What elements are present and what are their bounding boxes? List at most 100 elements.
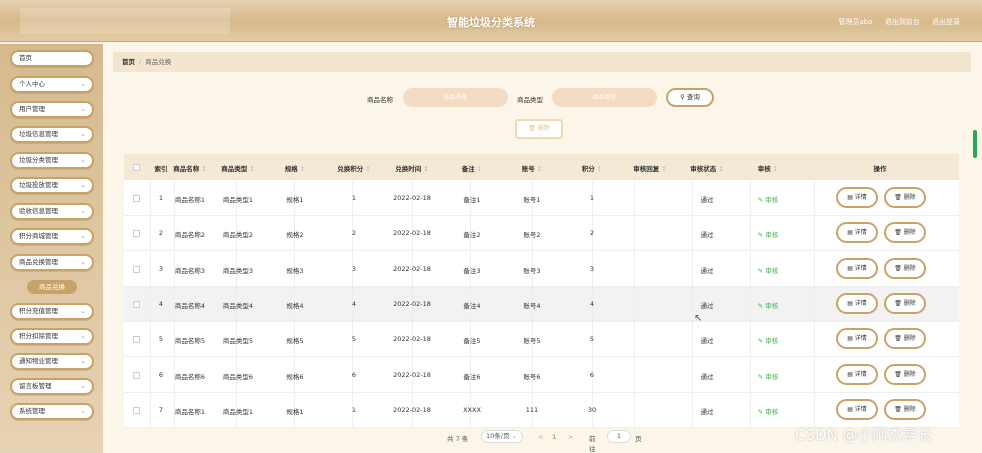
exit-to-front-link[interactable]: 退出到前台 xyxy=(885,18,920,26)
sort-icon[interactable]: ↕ xyxy=(773,165,778,173)
goto-page-input[interactable]: 1 xyxy=(607,430,631,443)
column-header-4[interactable]: 兑换积分 ↕ xyxy=(329,163,379,173)
scrollbar-thumb[interactable] xyxy=(973,130,977,158)
table-row[interactable]: 3 商品名称3 商品类型3 规格3 3 2022-02-18 备注3 账号3 3 通过 ✎ 审核 ▤ … xyxy=(124,251,959,287)
column-header-8[interactable]: 积分 ↕ xyxy=(572,163,612,173)
column-header-3[interactable]: 规格 ↕ xyxy=(273,163,318,173)
sidebar-item-1[interactable]: 个人中心 ⌄ xyxy=(10,76,94,93)
cell-text: 备注5 xyxy=(463,337,481,346)
column-header-6[interactable]: 备注 ↕ xyxy=(447,163,497,173)
detail-button[interactable]: ▤ 详情 xyxy=(836,398,878,420)
prev-page-button[interactable]: < xyxy=(538,433,543,441)
cell-name: 商品名称4 xyxy=(165,300,215,310)
next-page-button[interactable]: > xyxy=(568,433,573,441)
audit-link[interactable]: ✎ 审核 xyxy=(748,265,788,275)
audit-link[interactable]: ✎ 审核 xyxy=(748,300,788,310)
page-number-1[interactable]: 1 xyxy=(552,433,557,441)
detail-button-label: 详情 xyxy=(854,299,867,307)
audit-link[interactable]: ✎ 审核 xyxy=(748,335,788,345)
row-checkbox[interactable] xyxy=(133,371,140,379)
delete-button[interactable]: 🗑 删除 xyxy=(884,257,926,279)
delete-button-label: 删除 xyxy=(903,335,916,343)
detail-button[interactable]: ▤ 详情 xyxy=(836,222,878,244)
query-button[interactable]: ⚲ 查询 xyxy=(666,88,714,107)
detail-button[interactable]: ▤ 详情 xyxy=(836,187,878,208)
delete-button[interactable]: 🗑 删除 xyxy=(884,328,926,350)
detail-button-label: 详情 xyxy=(854,264,867,272)
table-row[interactable]: 7 商品名称1 商品类型1 规格1 1 2022-02-18 XXXX 111 30 通过 ✎ 审核… xyxy=(124,392,959,428)
batch-delete-button[interactable]: 🗑 删除 xyxy=(515,119,563,139)
sort-icon[interactable]: ↕ xyxy=(365,165,370,173)
table-row[interactable]: 2 商品名称2 商品类型2 规格2 2 2022-02-18 备注2 账号2 2 通过 ✎ 审核 ▤ … xyxy=(124,216,959,252)
audit-link[interactable]: ✎ 审核 xyxy=(748,406,788,416)
column-header-2[interactable]: 商品类型 ↕ xyxy=(212,163,264,173)
sidebar-subitem-goods-exchange[interactable]: 商品兑换 xyxy=(27,280,77,294)
sort-icon[interactable]: ↕ xyxy=(597,165,602,173)
goods-type-input[interactable]: 商品类型 xyxy=(552,88,657,107)
delete-button[interactable]: 🗑 删除 xyxy=(884,187,926,208)
cell-text: 2022-02-18 xyxy=(393,299,431,308)
cell-account: 账号5 xyxy=(507,335,557,345)
sidebar-item-13[interactable]: 系统管理 ⌄ xyxy=(10,403,94,420)
cell-text: 通过 xyxy=(700,266,714,275)
sort-icon[interactable]: ↕ xyxy=(249,165,254,173)
column-header-10[interactable]: 审核状态 ↕ xyxy=(682,163,732,173)
delete-button[interactable]: 🗑 删除 xyxy=(884,222,926,244)
sidebar-item-2[interactable]: 用户管理 ⌄ xyxy=(10,101,94,118)
sort-icon[interactable]: ↕ xyxy=(661,165,666,173)
row-checkbox[interactable] xyxy=(133,230,140,238)
row-checkbox[interactable] xyxy=(133,265,140,273)
cell-text: 7 xyxy=(158,405,164,414)
trash-icon: 🗑 xyxy=(894,229,904,237)
breadcrumb-home[interactable]: 首页 xyxy=(122,58,135,66)
table-row[interactable]: 4 商品名称4 商品类型4 规格4 4 2022-02-18 备注4 账号4 4 通过 ✎ 审核 ▤ … xyxy=(124,286,959,322)
sidebar-item-9[interactable]: 积分充值管理 ⌄ xyxy=(10,303,94,320)
sidebar-item-5[interactable]: 垃圾投放管理 ⌄ xyxy=(10,177,94,194)
detail-button[interactable]: ▤ 详情 xyxy=(836,292,878,314)
sidebar-item-7[interactable]: 积分商城管理 ⌄ xyxy=(10,228,94,245)
audit-link[interactable]: ✎ 审核 xyxy=(748,194,788,204)
row-checkbox[interactable] xyxy=(133,300,140,308)
column-header-9[interactable]: 审核回复 ↕ xyxy=(625,163,675,173)
column-header-1[interactable]: 商品名称 ↕ xyxy=(165,163,215,173)
cell-type: 商品类型4 xyxy=(212,300,264,310)
sidebar-item-3[interactable]: 垃圾信息管理 ⌄ xyxy=(10,126,94,143)
sort-icon[interactable]: ↕ xyxy=(423,165,428,173)
sidebar-item-11[interactable]: 通知物业管理 ⌄ xyxy=(10,353,94,370)
column-header-5[interactable]: 兑换时间 ↕ xyxy=(385,163,440,173)
column-header-label: 审核回复 xyxy=(633,165,660,173)
table-row[interactable]: 1 商品名称1 商品类型1 规格1 1 2022-02-18 备注1 账号1 1 通过 ✎ 审核 ▤ … xyxy=(124,181,959,216)
audit-link[interactable]: ✎ 审核 xyxy=(748,229,788,239)
cell-text: 商品类型5 xyxy=(222,337,254,346)
sidebar-item-0[interactable]: 首页 xyxy=(10,50,94,67)
detail-button[interactable]: ▤ 详情 xyxy=(836,363,878,385)
sidebar-item-8[interactable]: 商品兑换管理 ⌄ xyxy=(10,254,94,271)
select-all-checkbox[interactable] xyxy=(133,164,140,171)
audit-link[interactable]: ✎ 审核 xyxy=(748,371,788,381)
delete-button[interactable]: 🗑 删除 xyxy=(884,292,926,314)
detail-button[interactable]: ▤ 详情 xyxy=(836,328,878,350)
row-checkbox[interactable] xyxy=(133,336,140,344)
detail-button[interactable]: ▤ 详情 xyxy=(836,257,878,279)
sidebar-item-12[interactable]: 留言板管理 ⌄ xyxy=(10,378,94,395)
sort-icon[interactable]: ↕ xyxy=(537,165,542,173)
page-size-select[interactable]: 10条/页 ⌄ xyxy=(481,430,523,443)
sidebar-item-4[interactable]: 垃圾分类管理 ⌄ xyxy=(10,152,94,169)
delete-button[interactable]: 🗑 删除 xyxy=(884,363,926,385)
sidebar-item-10[interactable]: 积分扣除管理 ⌄ xyxy=(10,328,94,345)
column-header-11[interactable]: 审核 ↕ xyxy=(748,163,788,173)
sort-icon[interactable]: ↕ xyxy=(718,165,723,173)
sort-icon[interactable]: ↕ xyxy=(300,165,305,173)
sidebar-item-6[interactable]: 验收信息管理 ⌄ xyxy=(10,203,94,220)
table-row[interactable]: 6 商品名称6 商品类型6 规格6 6 2022-02-18 备注6 账号6 6 通过 ✎ 审核 ▤ … xyxy=(124,357,959,393)
goods-name-input[interactable]: 商品名称 xyxy=(403,88,508,107)
cell-status: 通过 xyxy=(682,265,732,275)
logout-link[interactable]: 退出登录 xyxy=(932,18,960,26)
row-checkbox[interactable] xyxy=(133,195,140,202)
row-checkbox[interactable] xyxy=(133,406,140,414)
sort-icon[interactable]: ↕ xyxy=(477,165,482,173)
table-row[interactable]: 5 商品名称5 商品类型5 规格5 5 2022-02-18 备注5 账号5 5 通过 ✎ 审核 ▤ … xyxy=(124,322,959,358)
sort-icon[interactable]: ↕ xyxy=(201,165,206,173)
delete-button[interactable]: 🗑 删除 xyxy=(884,398,926,420)
column-header-7[interactable]: 账号 ↕ xyxy=(507,163,557,173)
